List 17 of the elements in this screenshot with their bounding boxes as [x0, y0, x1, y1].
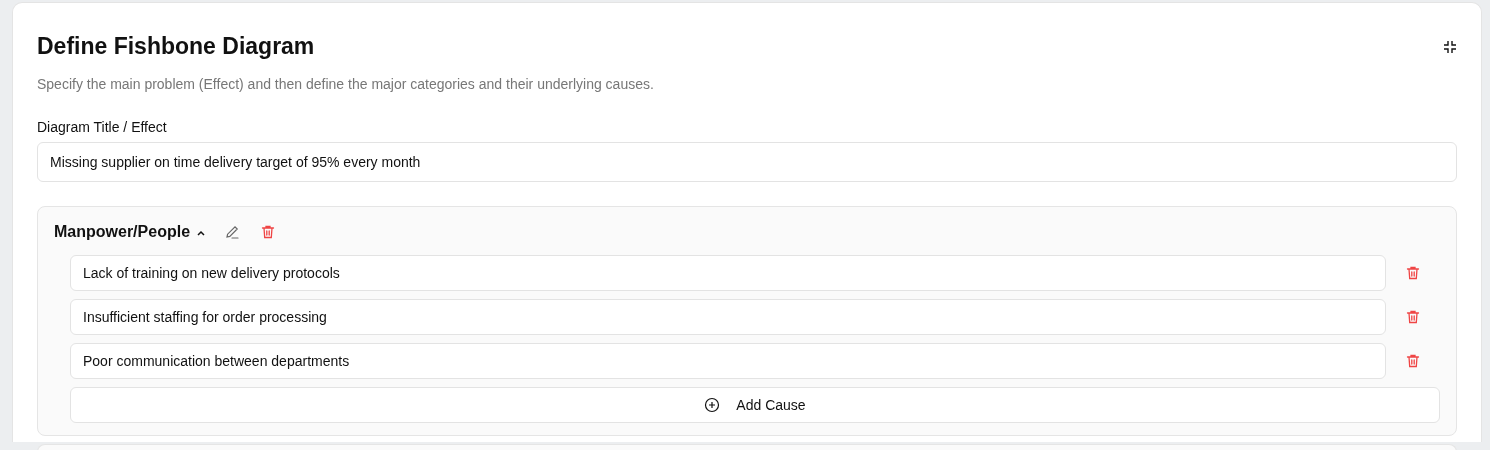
cause-field[interactable]: Poor communication between departments	[70, 343, 1386, 379]
add-cause-button[interactable]: Add Cause	[70, 387, 1440, 423]
cause-field[interactable]: Insufficient staffing for order processing	[70, 299, 1386, 335]
trash-icon[interactable]	[1405, 309, 1421, 325]
page-description: Specify the main problem (Effect) and then define the major categories and their underlying causes.	[37, 76, 655, 92]
page-title: Define Fishbone Diagram	[37, 33, 315, 60]
trash-icon[interactable]	[1405, 265, 1421, 281]
plus-circle-icon	[704, 397, 721, 413]
field-label: Diagram Title / Effect	[37, 119, 168, 135]
caret-up-icon[interactable]	[196, 229, 207, 237]
cause-field[interactable]: Lack of training on new delivery protocols	[70, 255, 1386, 291]
collapse-icon[interactable]	[1443, 39, 1457, 54]
pencil-icon[interactable]	[224, 224, 241, 240]
trash-icon[interactable]	[1405, 353, 1421, 369]
category-title: Manpower/People	[54, 223, 191, 241]
effect-field[interactable]: Missing supplier on time delivery target of 95% every month	[37, 142, 1457, 182]
trash-icon[interactable]	[260, 224, 277, 240]
